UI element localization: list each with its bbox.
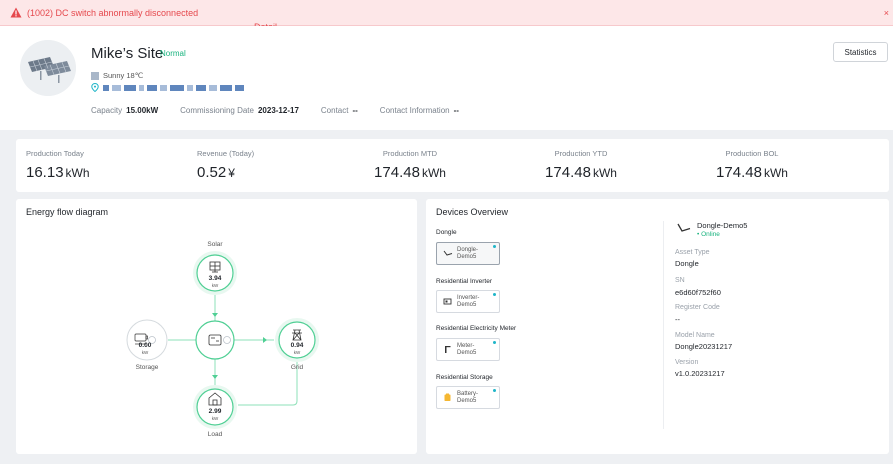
detail-key: Version [675,359,699,366]
solar-node [193,251,237,295]
kpi-production-ytd: Production YTD 174.48 kWh [545,149,617,181]
close-icon[interactable]: × [884,8,889,18]
device-battery-demo5[interactable]: Battery-Demo5 [436,386,500,409]
storage-value: 0.00 [138,342,152,349]
kpi-production-mtd: Production MTD 174.48 kWh [374,149,446,181]
statistics-button[interactable]: Statistics [833,42,888,62]
device-meter-demo5[interactable]: Meter-Demo5 [436,338,500,361]
group-label-meter: Residential Electricity Meter [436,325,517,332]
storage-unit: kW [141,350,149,355]
inverter-node [195,320,235,360]
solar-value: 3.94 [208,275,222,282]
online-dot [493,293,496,296]
detail-status: • Online [697,231,720,238]
meter-icon [445,346,451,353]
detail-value: Dongle20231217 [675,342,733,351]
grid-label: Grid [290,364,304,371]
energy-flow-card: Energy flow diagram Solar 3.94 kW 0.00 k… [16,199,417,454]
group-label-storage: Residential Storage [436,374,493,381]
detail-value: Dongle [675,259,699,268]
grid-value: 0.94 [290,342,304,349]
weather-icon [91,71,99,80]
kpi-revenue-today: Revenue (Today) 0.52 ¥ [197,149,255,181]
devices-overview-card: Devices Overview Dongle Dongle-Demo5 Res… [426,199,889,454]
weather: Sunny 18℃ [91,71,143,80]
divider [663,221,664,429]
weather-text: Sunny 18℃ [103,71,144,80]
online-dot [493,341,496,344]
load-label: Load [207,431,223,438]
load-value: 2.99 [208,408,222,415]
site-status-badge: Normal [160,49,186,58]
online-dot [493,245,496,248]
kpi-summary: Production Today 16.13 kWh Revenue (Today… [16,139,889,192]
commissioning-date: Commissioning Date 2023-12-17 [180,106,299,115]
storage-label: Storage [135,364,159,371]
devices-overview-title: Devices Overview [436,207,509,217]
detail-value: e6d60f752f60 [675,288,721,297]
contact-information: Contact Information -- [379,106,459,115]
site-info-row: Capacity 15.00kW Commissioning Date 2023-1… [91,106,459,115]
site-header: Mike’s Site Normal Sunny 18℃ Capacity 15.… [0,26,893,130]
detail-key: SN [675,277,685,284]
detail-value: v1.0.20231217 [675,369,725,378]
device-inverter-demo5[interactable]: Inverter-Demo5 [436,290,500,313]
online-dot [493,389,496,392]
alert-message: (1002) DC switch abnormally disconnected [27,7,199,18]
kpi-production-today: Production Today 16.13 kWh [26,149,90,181]
kpi-production-bol: Production BOL 174.48 kWh [716,149,788,181]
detail-key: Asset Type [675,249,710,256]
group-label-dongle: Dongle [436,229,457,236]
site-address [91,83,244,92]
warning-icon [10,7,22,18]
inverter-device-icon [443,298,452,305]
contact: Contact -- [320,106,358,115]
detail-key: Register Code [675,304,720,311]
solar-label: Solar [207,241,223,248]
alert-banner: (1002) DC switch abnormally disconnected… [0,0,893,32]
device-dongle-demo5[interactable]: Dongle-Demo5 [436,242,500,265]
detail-device-name: Dongle-Demo5 [697,221,748,230]
detail-value: -- [675,315,680,324]
solar-panel-icon [20,40,76,96]
site-avatar [20,40,76,96]
battery-device-icon [444,393,451,401]
capacity: Capacity 15.00kW [91,106,159,115]
dongle-icon [443,250,453,256]
location-pin-icon [91,83,99,92]
group-label-inverter: Residential Inverter [436,278,492,285]
dongle-icon [677,223,691,232]
load-node [193,385,237,429]
solar-unit: kW [211,283,219,288]
site-name: Mike’s Site [91,45,164,62]
grid-unit: kW [293,350,301,355]
load-unit: kW [211,416,219,421]
detail-key: Model Name [675,332,715,339]
address-redacted [103,84,244,91]
